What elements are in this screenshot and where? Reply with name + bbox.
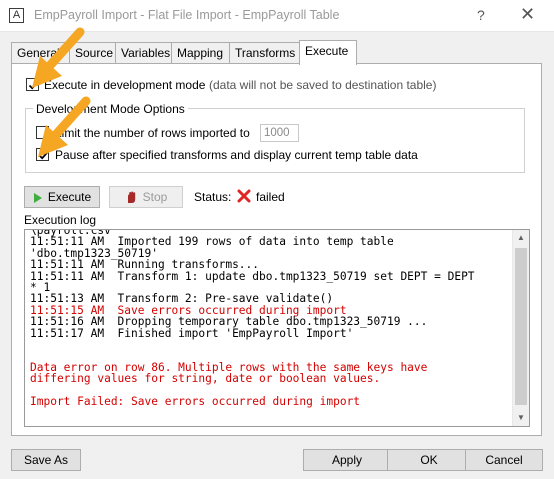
tab-variables[interactable]: Variables [115, 42, 173, 64]
scroll-thumb[interactable] [515, 248, 527, 405]
close-icon[interactable]: ✕ [520, 4, 535, 25]
execute-button-label: Execute [47, 190, 92, 204]
stop-hand-icon [127, 191, 135, 204]
log-line: 11:51:16 AM Dropping temporary table dbo… [30, 315, 428, 329]
log-line: 11:51:17 AM Finished import 'EmpPayroll … [30, 326, 354, 340]
stop-button[interactable]: Stop [109, 186, 183, 208]
dev-mode-note: (data will not be saved to destination t… [209, 78, 437, 92]
play-icon [33, 192, 42, 203]
scroll-up-icon[interactable]: ▲ [517, 233, 525, 242]
log-line: differing values for string, date or boo… [30, 372, 381, 386]
log-line: Import Failed: Save errors occurred duri… [30, 394, 361, 408]
status-label: Status: [194, 190, 232, 204]
tab-transforms[interactable]: Transforms [229, 42, 301, 64]
log-line: 11:51:11 AM Running transforms... [30, 258, 260, 272]
limit-rows-input[interactable]: 1000 [260, 124, 299, 142]
window-title: EmpPayroll Import - Flat File Import - E… [34, 8, 340, 22]
stop-button-label: Stop [142, 190, 168, 204]
apply-button[interactable]: Apply [303, 449, 391, 471]
log-scrollbar[interactable]: ▲ ▼ [512, 230, 529, 426]
help-icon[interactable]: ? [477, 7, 485, 23]
scroll-down-icon[interactable]: ▼ [517, 413, 525, 422]
execution-log-label: Execution log [24, 213, 97, 227]
save-as-button[interactable]: Save As [11, 449, 81, 471]
log-content: \payroll.csv 11:51:11 AM Imported 199 row… [30, 230, 512, 408]
ok-button[interactable]: OK [387, 449, 471, 471]
log-line: 11:51:11 AM Transform 1: update dbo.tmp1… [30, 269, 475, 283]
status-value: failed [256, 190, 285, 204]
app-icon: A [9, 8, 24, 23]
execution-log[interactable]: \payroll.csv 11:51:11 AM Imported 199 row… [24, 229, 530, 427]
annotation-arrow-icon [38, 96, 91, 157]
pause-label[interactable]: Pause after specified transforms and dis… [55, 148, 418, 162]
annotation-arrow-icon [32, 27, 85, 88]
execute-button[interactable]: Execute [24, 186, 100, 208]
tab-execute[interactable]: Execute [299, 40, 357, 65]
cancel-button[interactable]: Cancel [465, 449, 543, 471]
tab-mapping[interactable]: Mapping [171, 42, 231, 64]
error-x-icon [237, 189, 251, 206]
